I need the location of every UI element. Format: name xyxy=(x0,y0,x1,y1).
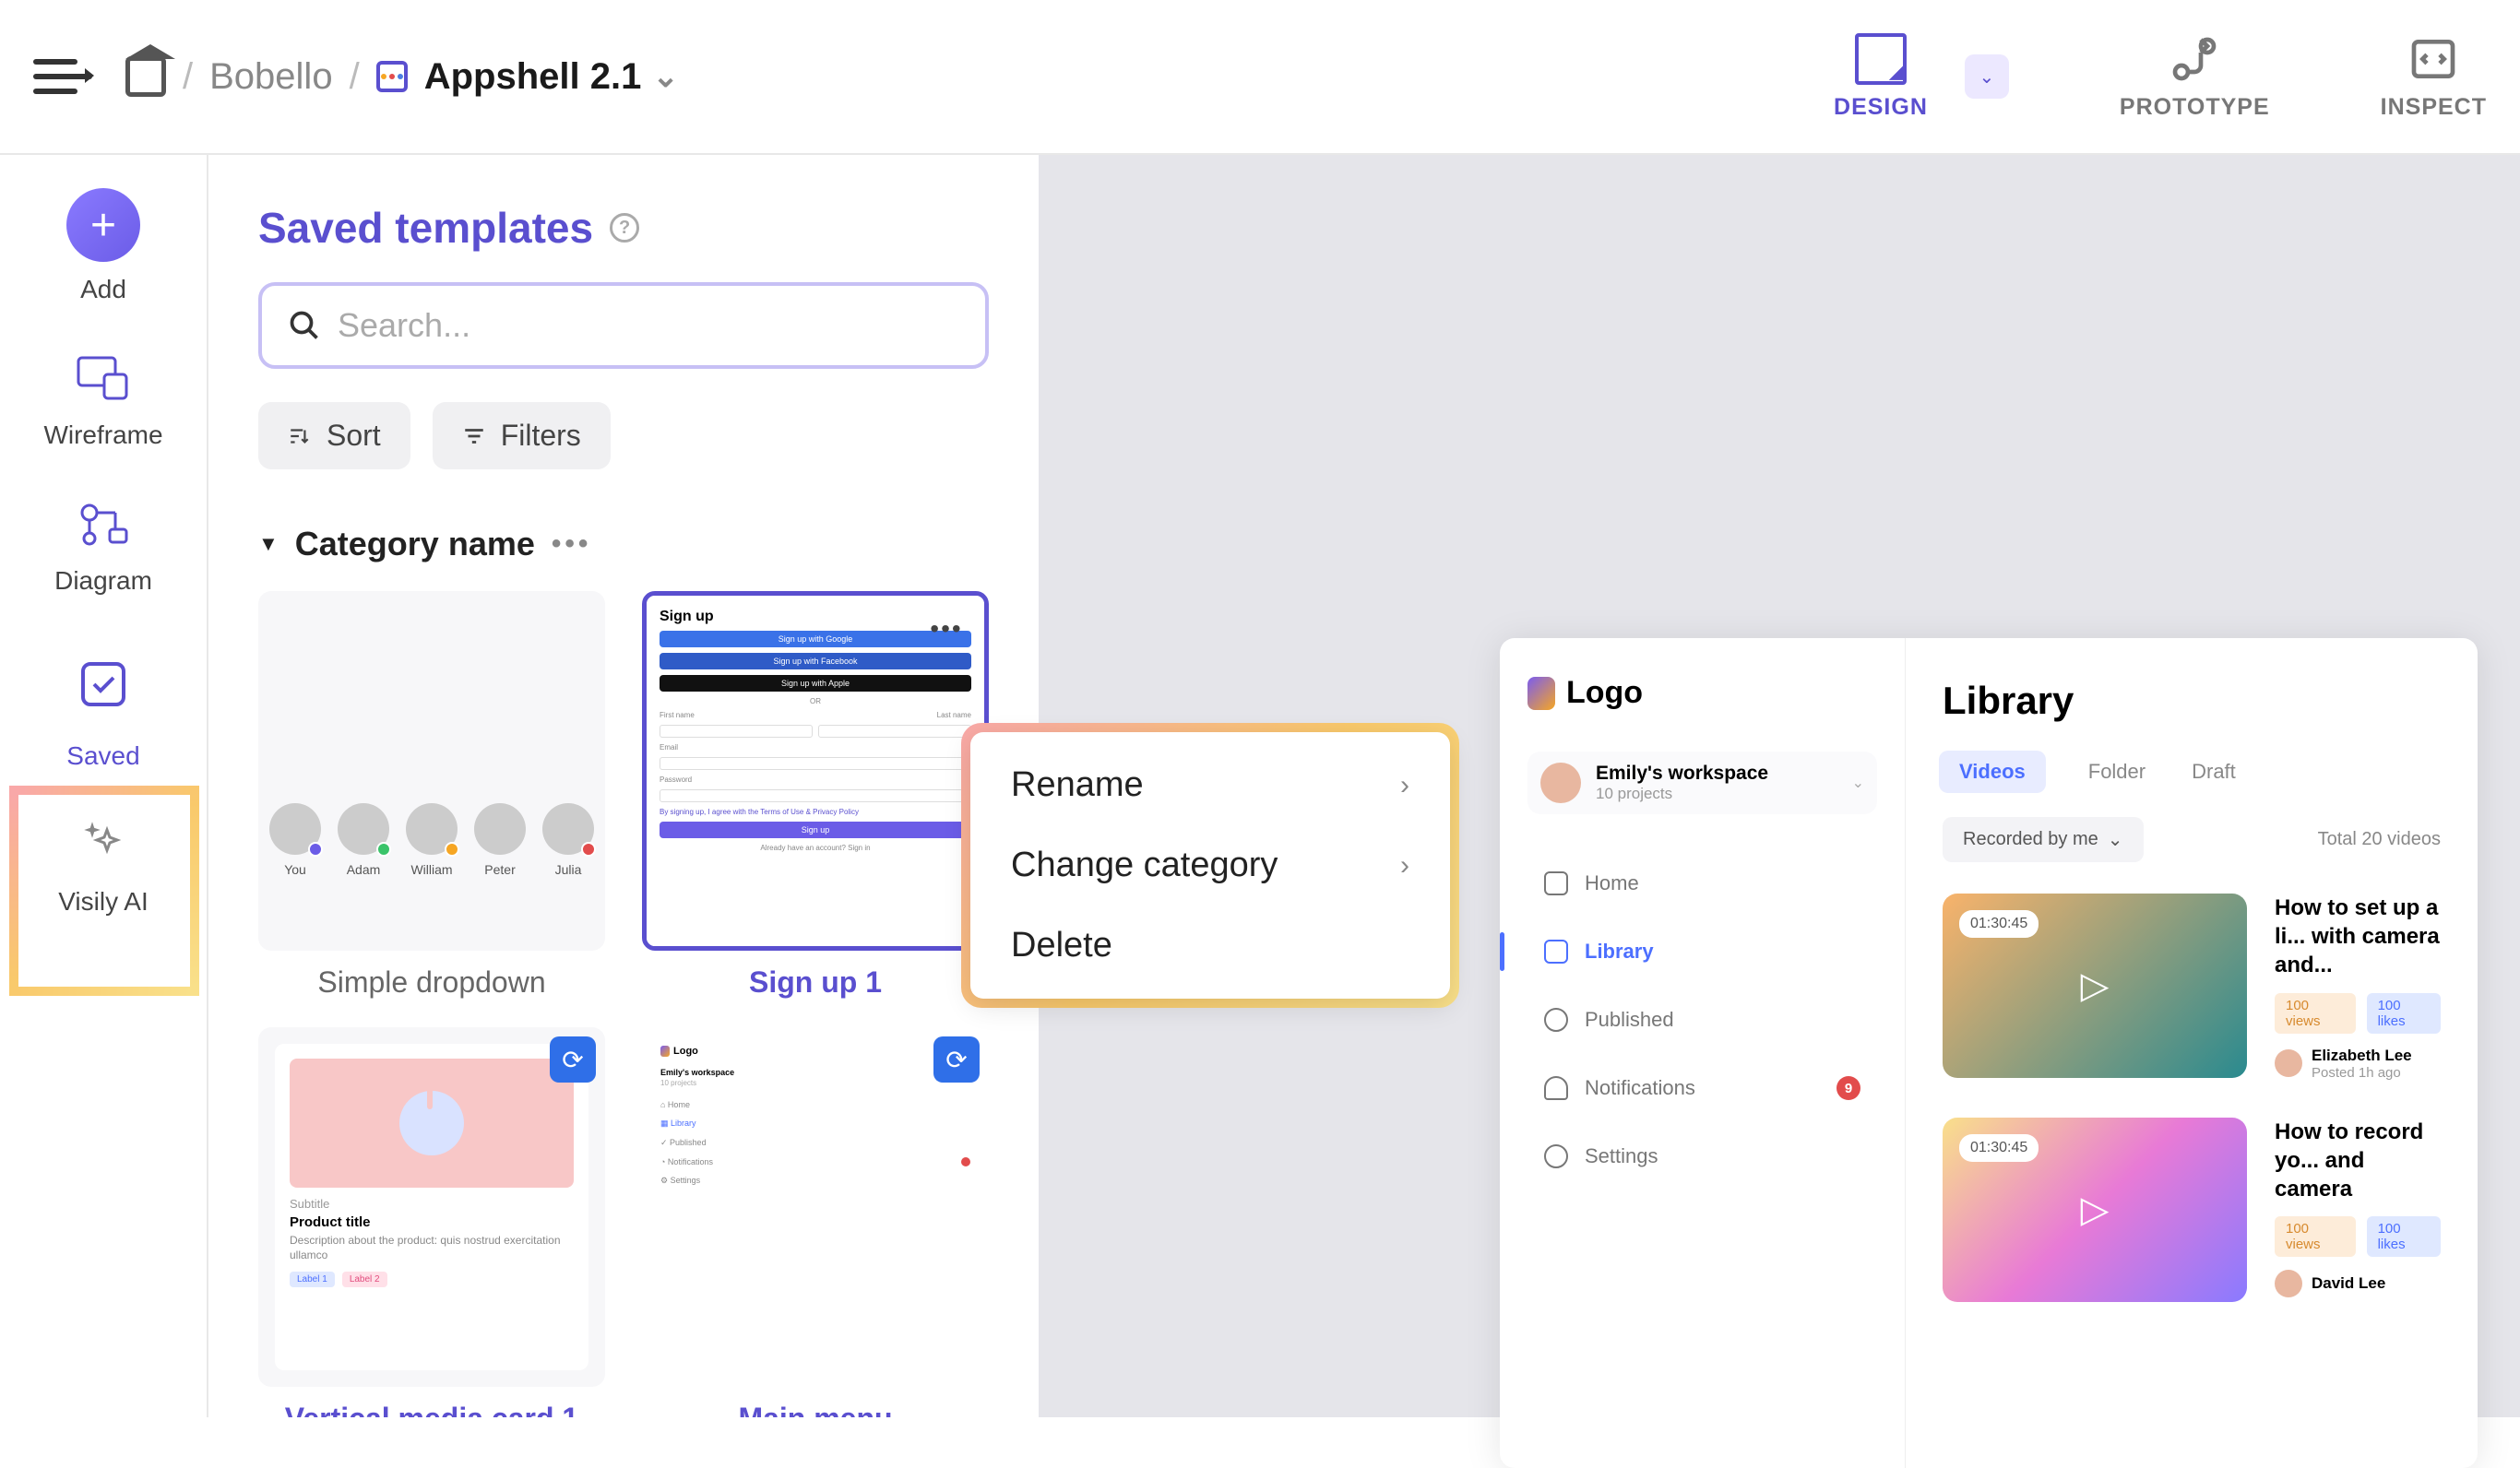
preview-frame[interactable]: Logo Emily's workspace 10 projects ⌄ Hom… xyxy=(1500,638,2478,1468)
sidebar-add[interactable]: + Add xyxy=(66,188,140,304)
prototype-icon xyxy=(2169,33,2220,85)
category-header[interactable]: ▼ Category name ••• xyxy=(258,525,989,563)
saved-icon xyxy=(74,655,133,714)
menu-rename[interactable]: Rename› xyxy=(970,745,1450,825)
filter-dropdown[interactable]: Recorded by me ⌄ xyxy=(1943,817,2144,862)
breadcrumb-file[interactable]: Appshell 2.1 ⌄ xyxy=(376,56,679,98)
chevron-right-icon: › xyxy=(1400,850,1409,882)
video-item[interactable]: 01:30:45▷ How to record yo... and camera… xyxy=(1943,1118,2441,1302)
nav-published[interactable]: Published xyxy=(1527,988,1877,1052)
template-card-mainmenu[interactable]: ⟳ Logo Emily's workspace 10 projects ⌂ H… xyxy=(642,1027,989,1417)
breadcrumb-project[interactable]: Bobello xyxy=(209,56,332,98)
sidebar-ai[interactable]: Visily AI xyxy=(58,815,149,917)
home-icon xyxy=(1544,871,1568,895)
template-card-signup[interactable]: ••• Sign up Sign up with Google Sign up … xyxy=(642,591,989,1000)
nav-home[interactable]: Home xyxy=(1527,851,1877,916)
help-icon[interactable]: ? xyxy=(610,213,639,243)
total-count: Total 20 videos xyxy=(2318,829,2441,850)
mode-prototype[interactable]: PROTOTYPE xyxy=(2120,33,2270,121)
home-icon[interactable] xyxy=(125,56,166,97)
caret-down-icon: ▼ xyxy=(258,532,279,556)
chevron-right-icon: › xyxy=(1400,770,1409,801)
avatar[interactable]: You xyxy=(269,803,321,877)
avatar[interactable]: Peter xyxy=(474,803,526,877)
play-icon: ▷ xyxy=(2081,1189,2110,1231)
search-input[interactable]: Search... xyxy=(258,282,989,369)
design-dropdown[interactable]: ⌄ xyxy=(1965,54,2009,99)
template-card-dropdown[interactable]: YouAdamWilliamPeterJulia Simple dropdown xyxy=(258,591,605,1000)
video-item[interactable]: 01:30:45▷ How to set up a li... with cam… xyxy=(1943,894,2441,1081)
sidebar-wireframe[interactable]: Wireframe xyxy=(43,349,162,450)
chevron-down-icon: ⌄ xyxy=(2108,828,2123,851)
filters-button[interactable]: Filters xyxy=(433,402,611,469)
left-sidebar: + Add Wireframe Diagram xyxy=(0,155,208,1417)
nav-settings[interactable]: Settings xyxy=(1527,1124,1877,1189)
avatar[interactable]: William xyxy=(406,803,458,877)
video-thumbnail: 01:30:45▷ xyxy=(1943,894,2247,1078)
sort-button[interactable]: Sort xyxy=(258,402,410,469)
filter-icon xyxy=(462,424,486,448)
hamburger-menu[interactable] xyxy=(33,47,92,106)
top-bar: / Bobello / Appshell 2.1 ⌄ DESIGN ⌄ PROT… xyxy=(0,0,2520,155)
avatar xyxy=(2275,1049,2302,1077)
preview-main: Library Videos Folder Draft Recorded by … xyxy=(1906,638,2478,1468)
avatar xyxy=(2275,1270,2302,1297)
context-menu: Rename› Change category› Delete xyxy=(961,723,1459,1008)
chevron-down-icon: ⌄ xyxy=(1852,774,1864,792)
sync-icon: ⟳ xyxy=(933,1036,980,1083)
plus-icon: + xyxy=(66,188,140,262)
mode-inspect[interactable]: INSPECT xyxy=(2381,33,2487,121)
avatar[interactable]: Adam xyxy=(338,803,389,877)
card-more-icon[interactable]: ••• xyxy=(923,610,969,647)
nav-library[interactable]: Library xyxy=(1527,919,1877,984)
play-icon: ▷ xyxy=(2081,965,2110,1007)
mode-switcher: DESIGN ⌄ PROTOTYPE INSPECT xyxy=(1834,33,2487,121)
toolbar: Sort Filters xyxy=(258,402,989,469)
tab-draft[interactable]: Draft xyxy=(2192,760,2236,784)
inspect-icon xyxy=(2407,33,2459,85)
tab-folder[interactable]: Folder xyxy=(2088,760,2146,784)
menu-delete[interactable]: Delete xyxy=(970,906,1450,986)
diagram-icon xyxy=(74,494,133,553)
templates-panel: Saved templates ? Search... Sort Filters… xyxy=(208,155,1039,1417)
more-icon[interactable]: ••• xyxy=(552,528,592,560)
template-card-vmc[interactable]: ⟳ Subtitle Product title Description abo… xyxy=(258,1027,605,1417)
preview-logo: Logo xyxy=(1527,675,1877,711)
video-thumbnail: 01:30:45▷ xyxy=(1943,1118,2247,1302)
preview-tabs: Videos Folder Draft xyxy=(1943,760,2441,784)
avatar[interactable]: Julia xyxy=(542,803,594,877)
panel-title: Saved templates ? xyxy=(258,203,989,253)
sidebar-saved[interactable]: Saved xyxy=(48,640,159,771)
file-icon xyxy=(376,61,408,92)
sidebar-diagram[interactable]: Diagram xyxy=(54,494,152,596)
search-icon xyxy=(288,309,321,342)
bell-icon xyxy=(1544,1076,1568,1100)
avatar xyxy=(1540,763,1581,803)
sparkle-icon xyxy=(74,815,133,874)
check-icon xyxy=(1544,1008,1568,1032)
tab-videos[interactable]: Videos xyxy=(1939,751,2046,793)
sort-icon xyxy=(288,424,312,448)
wireframe-icon xyxy=(74,349,133,408)
breadcrumb: / Bobello / Appshell 2.1 ⌄ xyxy=(125,56,679,98)
chevron-down-icon[interactable]: ⌄ xyxy=(652,58,679,95)
grid-icon xyxy=(1544,940,1568,964)
sync-icon: ⟳ xyxy=(550,1036,596,1083)
preview-title: Library xyxy=(1943,679,2441,723)
preview-sidebar: Logo Emily's workspace 10 projects ⌄ Hom… xyxy=(1500,638,1906,1468)
design-icon xyxy=(1855,33,1907,85)
workspace-selector[interactable]: Emily's workspace 10 projects ⌄ xyxy=(1527,752,1877,814)
nav-notifications[interactable]: Notifications9 xyxy=(1527,1056,1877,1120)
gear-icon xyxy=(1544,1144,1568,1168)
logo-icon xyxy=(1527,677,1555,710)
mode-design[interactable]: DESIGN xyxy=(1834,33,1928,121)
menu-change-category[interactable]: Change category› xyxy=(970,825,1450,906)
